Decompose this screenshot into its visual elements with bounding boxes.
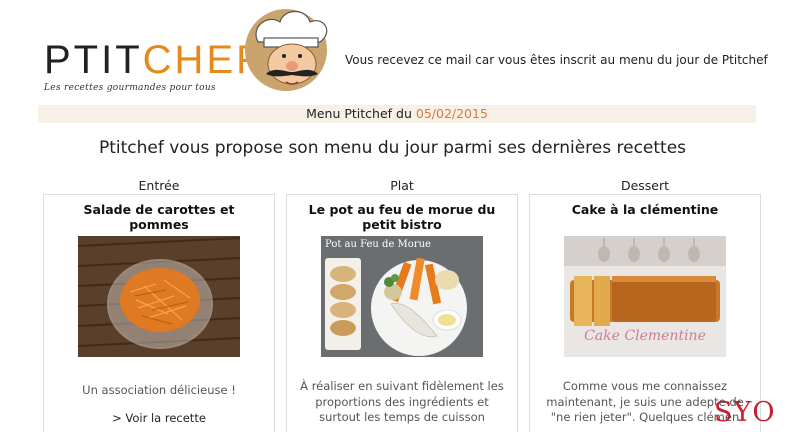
view-recipe-link[interactable]: > Voir la recette [44, 411, 274, 425]
recipe-title[interactable]: Salade de carottes et pommes [52, 202, 266, 232]
column-label-dessert: Dessert [620, 178, 670, 193]
logo-tagline: Les recettes gourmandes pour tous [44, 83, 216, 93]
logo-ptit: PTIT [44, 38, 143, 82]
syo-watermark: SYO [714, 397, 776, 428]
menu-label: Menu Ptitchef du [306, 106, 412, 121]
recipe-image-carrot-salad[interactable] [78, 236, 240, 357]
column-label-entree: Entrée [138, 178, 180, 193]
recipe-title[interactable]: Cake à la clémentine [538, 202, 752, 217]
column-label-plat: Plat [390, 178, 414, 193]
chef-mascot-icon [245, 9, 328, 91]
recipe-card-plat[interactable]: Le pot au feu de morue du petit bistro P… [286, 194, 518, 432]
pot-au-feu-photo [321, 236, 483, 357]
recipe-image-clementine-cake[interactable]: Cake Clementine [564, 236, 726, 357]
ptitchef-logo[interactable]: PTITCHEF Les recettes gourmandes pour to… [44, 40, 264, 93]
email-header: PTITCHEF Les recettes gourmandes pour to… [0, 0, 785, 100]
recipe-image-pot-au-feu[interactable]: Pot au Feu de Morue [321, 236, 483, 357]
intro-heading: Ptitchef vous propose son menu du jour p… [98, 138, 687, 158]
menu-date: 05/02/2015 [415, 106, 488, 121]
image-caption: Pot au Feu de Morue [325, 239, 431, 250]
recipe-card-entree[interactable]: Salade de carottes et pommes Un associat… [43, 194, 275, 432]
recipe-description: Un association délicieuse ! [82, 383, 236, 397]
recipe-description: À réaliser en suivant fidèlement les pro… [300, 379, 504, 424]
menu-date-bar: Menu Ptitchef du 05/02/2015 [38, 105, 756, 123]
logo-wordmark: PTITCHEF [44, 40, 264, 80]
recipe-title[interactable]: Le pot au feu de morue du petit bistro [295, 202, 509, 232]
subscription-note: Vous recevez ce mail car vous êtes inscr… [345, 53, 768, 67]
image-caption: Cake Clementine [584, 328, 706, 344]
